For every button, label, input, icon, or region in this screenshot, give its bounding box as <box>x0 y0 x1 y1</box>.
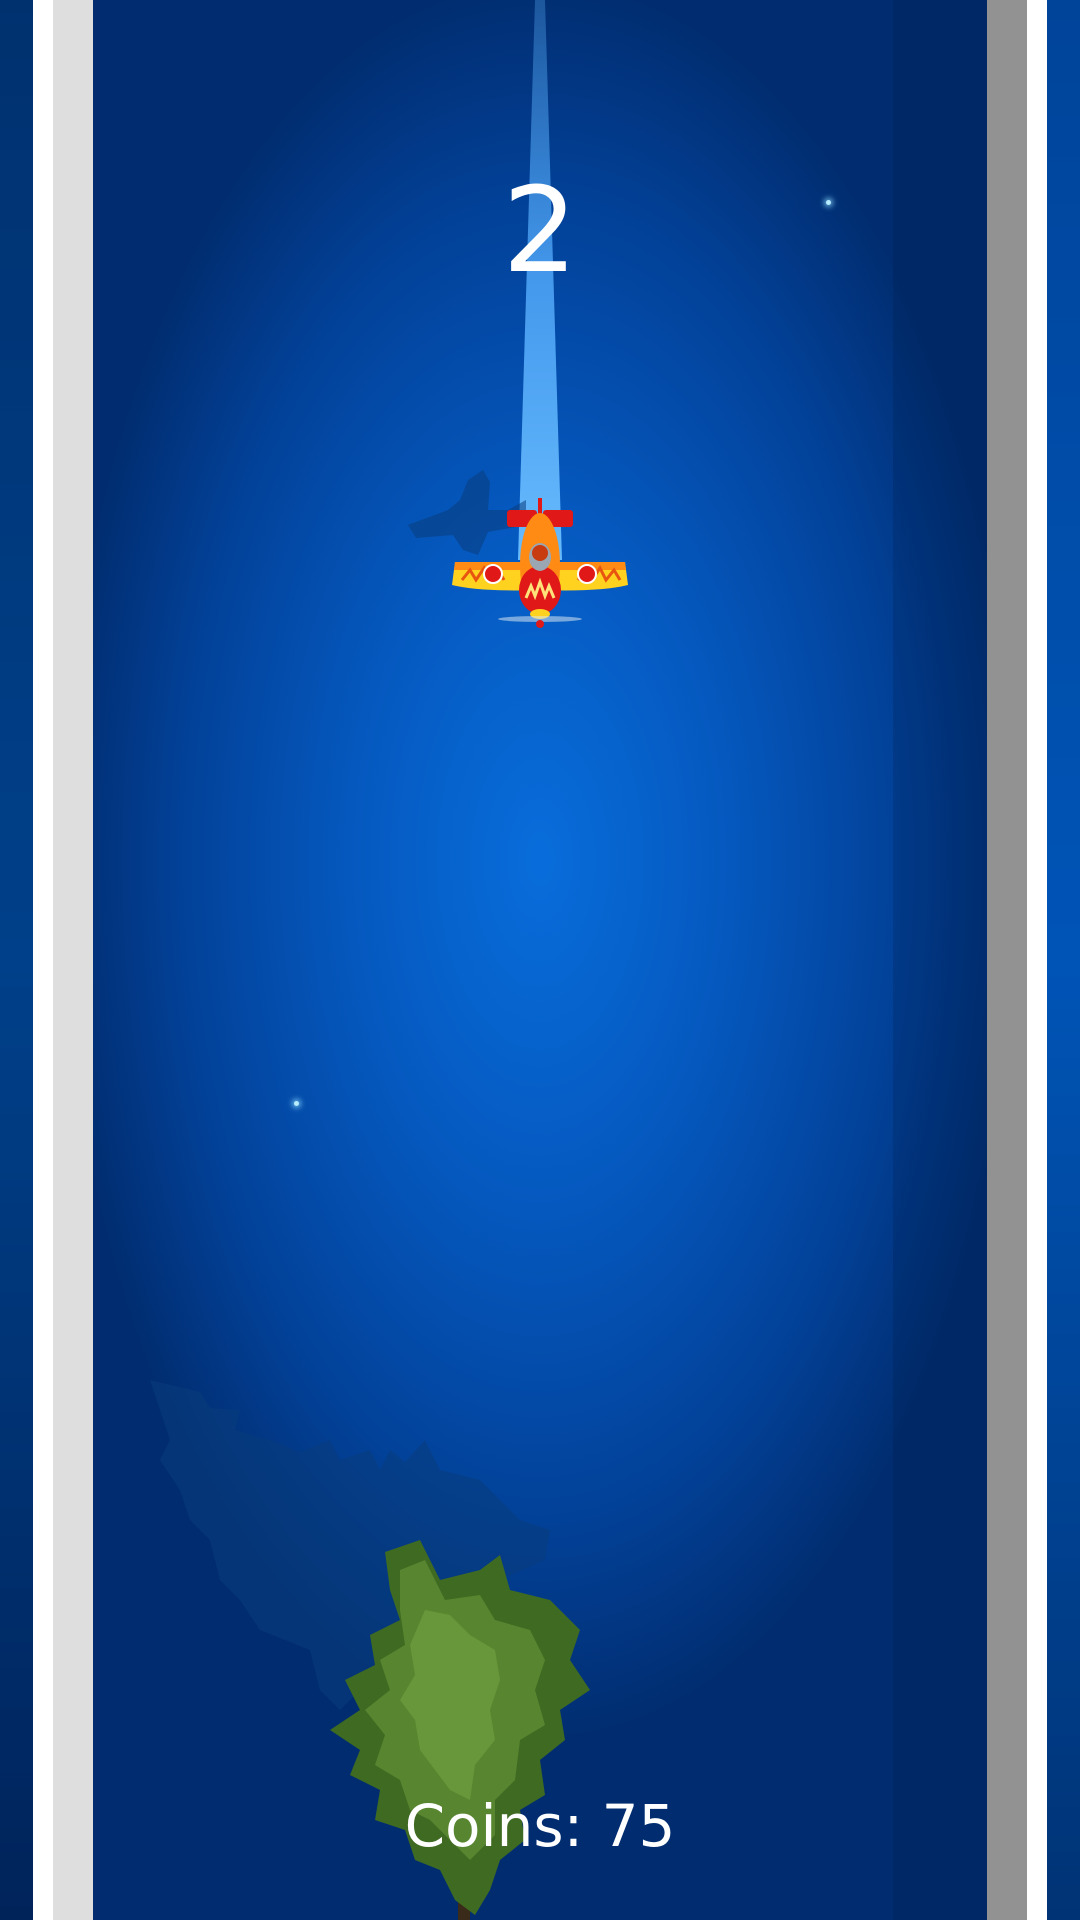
sparkle-icon <box>294 1101 299 1106</box>
tree-icon <box>330 1540 590 1920</box>
plane-icon[interactable] <box>450 495 630 630</box>
coins-counter: Coins: 75 <box>404 1792 676 1860</box>
game-screen[interactable]: 2 Coins: 75 <box>0 0 1080 1920</box>
score-counter: 2 <box>502 161 578 299</box>
